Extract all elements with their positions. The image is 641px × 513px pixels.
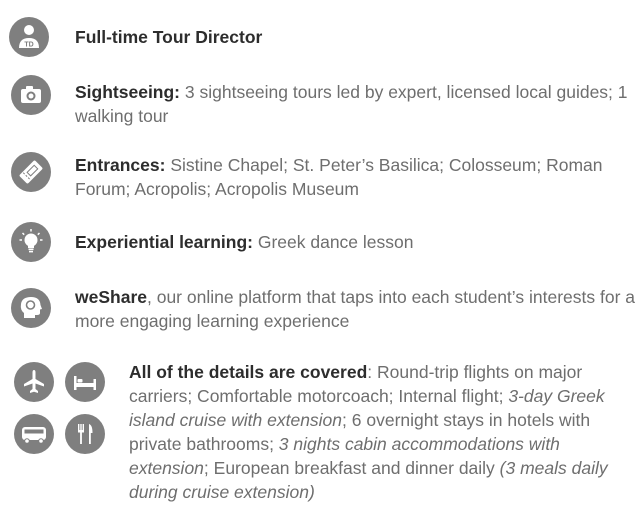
item-label: Sightseeing: (75, 82, 181, 102)
bus-icon (14, 414, 54, 454)
weshare-item: weShare, our online platform that taps i… (75, 285, 641, 333)
details-label: All of the details are covered (129, 362, 368, 382)
airplane-icon (14, 362, 54, 402)
entrances-item: Entrances: Sistine Chapel; St. Peter’s B… (75, 153, 641, 201)
svg-text:TD: TD (24, 42, 33, 49)
experiential-learning-item: Experiential learning: Greek dance lesso… (75, 230, 641, 254)
lightbulb-icon (11, 222, 51, 262)
sightseeing-item: Sightseeing: 3 sightseeing tours led by … (75, 80, 641, 128)
tour-director-item: Full-time Tour Director (75, 25, 641, 49)
utensils-icon (65, 414, 105, 454)
tour-director-icon: TD (9, 17, 49, 57)
details-text: ; European breakfast and dinner daily (203, 458, 500, 478)
item-label: Entrances: (75, 155, 166, 175)
bed-icon (65, 362, 105, 402)
camera-icon (11, 75, 51, 115)
item-text: , our online platform that taps into eac… (75, 287, 635, 331)
details-paragraph: All of the details are covered: Round-tr… (129, 360, 641, 504)
item-label: Full-time Tour Director (75, 27, 263, 47)
ticket-icon (11, 152, 51, 192)
head-icon (11, 288, 51, 328)
item-label: weShare (75, 287, 147, 307)
item-label: Experiential learning: (75, 232, 253, 252)
item-text: Greek dance lesson (252, 232, 414, 252)
